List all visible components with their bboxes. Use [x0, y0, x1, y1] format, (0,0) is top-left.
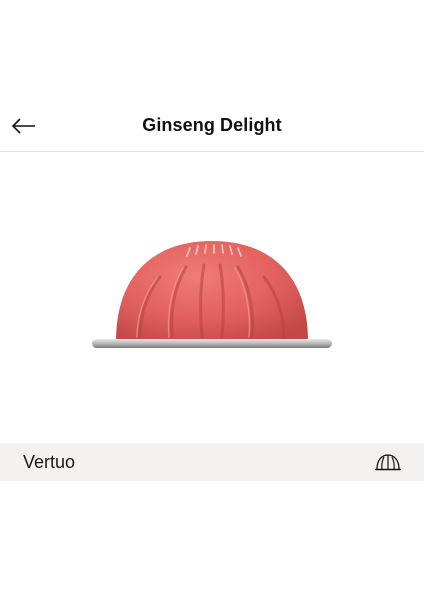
page-title: Ginseng Delight: [142, 115, 282, 135]
product-image-area: [0, 153, 424, 443]
vertuo-capsule-image: [92, 241, 332, 348]
top-bar: Ginseng Delight: [0, 100, 424, 152]
arrow-left-icon: [11, 118, 35, 134]
system-bar: Vertuo: [0, 443, 424, 481]
back-button[interactable]: [6, 112, 42, 140]
vertuo-capsule-outline-icon: [375, 454, 401, 471]
system-label: Vertuo: [23, 452, 76, 472]
